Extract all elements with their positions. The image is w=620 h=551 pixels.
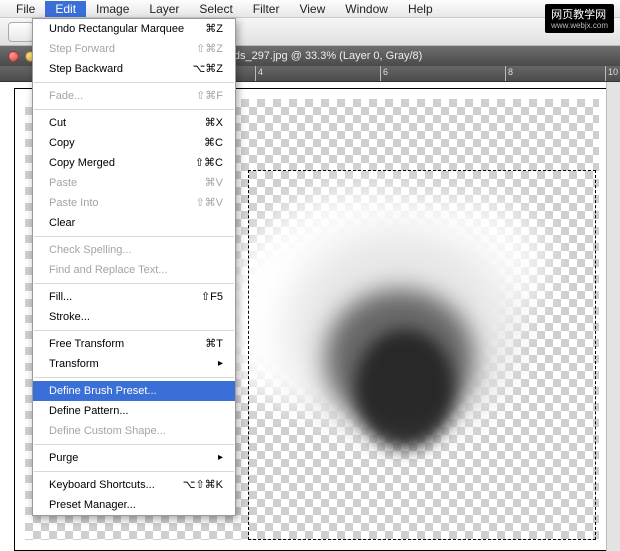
menu-item-shortcut: ⌥⇧⌘K	[183, 477, 223, 493]
menu-window[interactable]: Window	[335, 1, 398, 17]
menu-item-shortcut: ⇧⌘V	[195, 195, 223, 211]
menu-separator	[34, 82, 234, 83]
menu-image[interactable]: Image	[86, 1, 139, 17]
menu-layer[interactable]: Layer	[139, 1, 189, 17]
menu-item-label: Step Backward	[49, 61, 123, 77]
menu-item-shortcut: ⌘Z	[205, 21, 223, 37]
menu-item-label: Find and Replace Text...	[49, 262, 167, 278]
menu-separator	[34, 330, 234, 331]
menu-item-step-backward[interactable]: Step Backward ⌥⌘Z	[33, 59, 235, 79]
close-window-button[interactable]	[8, 51, 19, 62]
menu-item-fill[interactable]: Fill... ⇧F5	[33, 287, 235, 307]
menu-item-keyboard-shortcuts[interactable]: Keyboard Shortcuts... ⌥⇧⌘K	[33, 475, 235, 495]
menu-item-label: Fade...	[49, 88, 83, 104]
menu-separator	[34, 377, 234, 378]
watermark-main: 网页教学网	[551, 9, 606, 21]
menu-separator	[34, 109, 234, 110]
menu-item-label: Define Pattern...	[49, 403, 129, 419]
edit-menu-dropdown: Undo Rectangular Marquee ⌘Z Step Forward ⇧⌘…	[32, 18, 236, 516]
menu-item-label: Stroke...	[49, 309, 90, 325]
menu-item-paste: Paste ⌘V	[33, 173, 235, 193]
menu-item-label: Undo Rectangular Marquee	[49, 21, 184, 37]
menu-item-label: Purge	[49, 450, 78, 466]
menu-item-shortcut: ⌘C	[204, 135, 223, 151]
menu-item-label: Check Spelling...	[49, 242, 132, 258]
menu-item-shortcut: ⇧⌘Z	[196, 41, 223, 57]
menu-item-label: Step Forward	[49, 41, 115, 57]
menu-item-check-spelling: Check Spelling...	[33, 240, 235, 260]
menu-item-label: Keyboard Shortcuts...	[49, 477, 155, 493]
menu-separator	[34, 471, 234, 472]
ruler-label: 8	[508, 67, 513, 77]
menu-separator	[34, 444, 234, 445]
menu-item-clear[interactable]: Clear	[33, 213, 235, 233]
menu-item-label: Copy Merged	[49, 155, 115, 171]
vertical-scrollbar[interactable]	[606, 82, 620, 551]
menu-item-define-brush-preset[interactable]: Define Brush Preset...	[33, 381, 235, 401]
menu-item-label: Define Brush Preset...	[49, 383, 157, 399]
menu-item-shortcut: ⇧F5	[201, 289, 223, 305]
menu-separator	[34, 236, 234, 237]
menu-item-cut[interactable]: Cut ⌘X	[33, 113, 235, 133]
menu-edit[interactable]: Edit	[45, 1, 86, 17]
selection-marquee	[248, 170, 596, 540]
menu-item-label: Fill...	[49, 289, 72, 305]
menu-item-shortcut: ⌥⌘Z	[193, 61, 223, 77]
menu-item-define-pattern[interactable]: Define Pattern...	[33, 401, 235, 421]
menu-item-label: Cut	[49, 115, 66, 131]
menu-item-purge[interactable]: Purge	[33, 448, 235, 468]
ruler-label: 4	[258, 67, 263, 77]
menu-item-shortcut: ⌘X	[205, 115, 223, 131]
ruler-label: 10	[608, 67, 618, 77]
menu-item-step-forward: Step Forward ⇧⌘Z	[33, 39, 235, 59]
tool-preset-button[interactable]	[8, 22, 34, 42]
menu-item-paste-into: Paste Into ⇧⌘V	[33, 193, 235, 213]
menu-item-shortcut: ⌘V	[205, 175, 223, 191]
ruler-label: 6	[383, 67, 388, 77]
menu-help[interactable]: Help	[398, 1, 443, 17]
menu-item-label: Copy	[49, 135, 75, 151]
document-title: clouds_297.jpg @ 33.3% (Layer 0, Gray/8)	[214, 50, 423, 62]
menu-select[interactable]: Select	[189, 1, 242, 17]
menu-item-label: Paste Into	[49, 195, 99, 211]
watermark: 网页教学网 www.webjx.com	[545, 4, 614, 33]
menu-item-define-custom-shape: Define Custom Shape...	[33, 421, 235, 441]
menu-item-copy-merged[interactable]: Copy Merged ⇧⌘C	[33, 153, 235, 173]
menu-item-find-and-replace-text: Find and Replace Text...	[33, 260, 235, 280]
menu-item-label: Preset Manager...	[49, 497, 136, 513]
menu-item-transform[interactable]: Transform	[33, 354, 235, 374]
menu-item-shortcut: ⇧⌘C	[195, 155, 223, 171]
app-menubar: FileEditImageLayerSelectFilterViewWindow…	[0, 0, 620, 18]
menu-item-undo-rectangular-marquee[interactable]: Undo Rectangular Marquee ⌘Z	[33, 19, 235, 39]
menu-item-label: Transform	[49, 356, 99, 372]
menu-item-stroke[interactable]: Stroke...	[33, 307, 235, 327]
menu-file[interactable]: File	[6, 1, 45, 17]
menu-item-fade: Fade... ⇧⌘F	[33, 86, 235, 106]
menu-item-label: Free Transform	[49, 336, 124, 352]
menu-view[interactable]: View	[289, 1, 335, 17]
menu-item-free-transform[interactable]: Free Transform ⌘T	[33, 334, 235, 354]
menu-item-shortcut: ⌘T	[205, 336, 223, 352]
menu-item-preset-manager[interactable]: Preset Manager...	[33, 495, 235, 515]
menu-item-label: Define Custom Shape...	[49, 423, 166, 439]
menu-item-shortcut: ⇧⌘F	[196, 88, 223, 104]
menu-separator	[34, 283, 234, 284]
menu-item-copy[interactable]: Copy ⌘C	[33, 133, 235, 153]
menu-item-label: Clear	[49, 215, 75, 231]
menu-item-label: Paste	[49, 175, 77, 191]
watermark-sub: www.webjx.com	[551, 22, 608, 30]
menu-filter[interactable]: Filter	[243, 1, 290, 17]
